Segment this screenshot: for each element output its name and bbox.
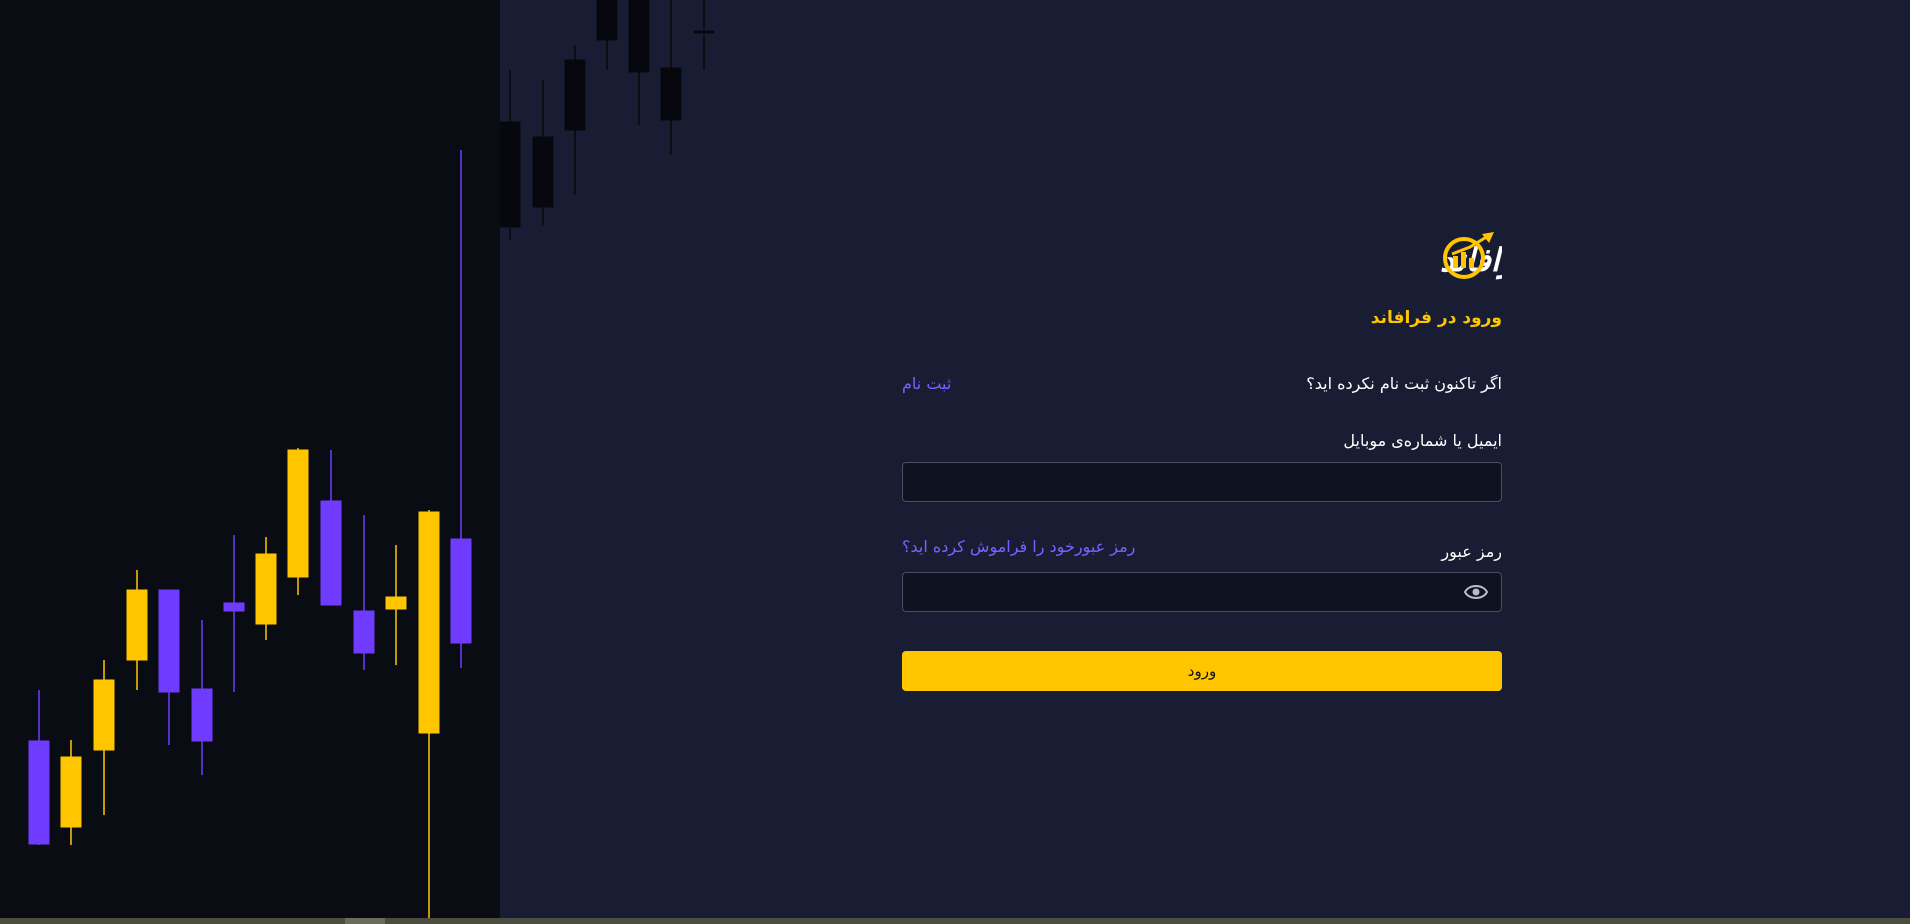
register-row: اگر تاکنون ثبت نام نکرده اید؟ ثبت نام — [902, 374, 1502, 400]
purple-candle-body — [223, 602, 245, 612]
email-label: ایمیل یا شماره‌ی موبایل — [1343, 431, 1502, 450]
password-label: رمز عبور — [1441, 542, 1502, 561]
yellow-candle-body — [385, 596, 407, 610]
yellow-candle-body — [60, 756, 82, 828]
login-submit-button[interactable]: ورود — [902, 651, 1502, 691]
candlestick-illustration — [28, 150, 472, 918]
eye-icon[interactable] — [1464, 582, 1488, 602]
forgot-password-link[interactable]: رمز عبورخود را فراموش کرده اید؟ — [902, 537, 1135, 556]
dark-candle-body — [628, 0, 650, 73]
register-link[interactable]: ثبت نام — [902, 374, 951, 393]
purple-candle-body — [158, 589, 180, 693]
yellow-candle-body — [126, 589, 148, 661]
dark-candle-body — [499, 121, 521, 228]
email-input[interactable] — [902, 462, 1502, 502]
password-input[interactable] — [902, 572, 1502, 612]
dark-candle-body — [564, 59, 586, 131]
taskbar-segment — [345, 918, 385, 924]
chart-panel — [0, 0, 500, 918]
yellow-candle-body — [93, 679, 115, 751]
dark-candle-body — [596, 0, 618, 41]
login-title: ورود در فرافاند — [1370, 308, 1502, 328]
yellow-candle-body — [287, 449, 309, 578]
purple-candle-body — [28, 740, 50, 845]
yellow-candle-body — [255, 553, 277, 625]
yellow-candle-body — [418, 511, 440, 734]
dark-candle-body — [532, 136, 554, 208]
brand-logo: فرافاند — [1440, 232, 1502, 280]
purple-candle-body — [320, 500, 342, 606]
taskbar-strip — [0, 918, 1910, 924]
purple-candle-body — [353, 610, 375, 654]
purple-candle-body — [191, 688, 213, 742]
dark-candle-body — [660, 67, 682, 121]
purple-candle-body — [450, 538, 472, 644]
register-prompt: اگر تاکنون ثبت نام نکرده اید؟ — [1306, 374, 1502, 393]
